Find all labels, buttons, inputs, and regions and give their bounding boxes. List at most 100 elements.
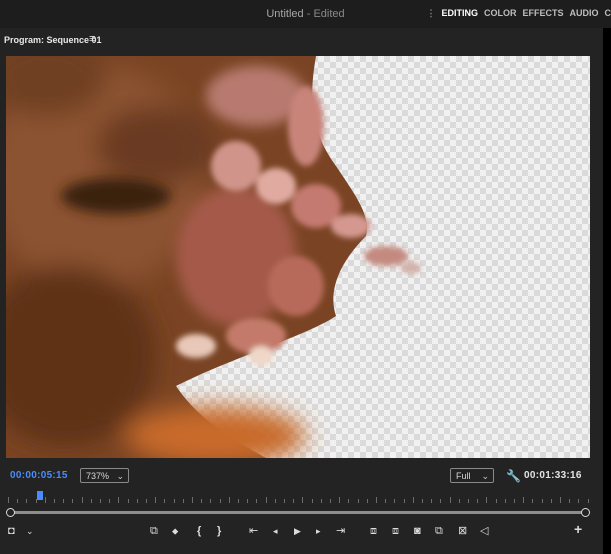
ruler-tick: [182, 499, 184, 503]
extract-icon[interactable]: ⧈: [392, 524, 399, 538]
ruler-tick: [422, 499, 423, 503]
ruler-tick: [8, 497, 9, 503]
ruler-tick: [118, 497, 120, 503]
workspace-overflow-icon[interactable]: ⋮: [426, 8, 435, 19]
tab-editing[interactable]: EDITING: [441, 8, 478, 19]
tab-color[interactable]: COLOR: [484, 8, 517, 19]
add-button[interactable]: +: [574, 522, 582, 536]
transport-controls: ◘ ⌄ ⧉ ⬥ { } ⇤ ◂ ▶ ▸ ⇥ ⧈ ⧈ ◙ ⧉ ⊠ ◁ +: [0, 522, 603, 546]
ruler-tick: [357, 499, 359, 503]
export-frame-icon[interactable]: ◙: [414, 524, 421, 538]
audio-icon[interactable]: ◁: [480, 524, 488, 538]
add-marker-icon[interactable]: ⬥: [172, 524, 178, 538]
ruler-tick: [17, 499, 19, 503]
ruler-tick: [477, 499, 479, 503]
timecode-bar: 00:00:05:15 737% ⌄ Full ⌄ 🔧 00:01:33:16: [0, 467, 603, 487]
ruler-tick: [265, 497, 267, 503]
video-frame-image: [6, 56, 421, 458]
lift-icon[interactable]: ⧈: [370, 524, 377, 538]
ruler-tick: [532, 499, 534, 503]
comparison-view-icon[interactable]: ⧉: [435, 524, 443, 538]
ruler-tick: [486, 497, 488, 503]
resolution-value: Full: [456, 471, 471, 481]
safe-margins-icon[interactable]: ⊠: [458, 524, 467, 538]
time-ruler[interactable]: [6, 493, 590, 503]
ruler-tick: [26, 499, 28, 503]
ruler-tick: [587, 499, 589, 503]
panel-title[interactable]: Program: Sequence 01: [4, 35, 102, 45]
export-settings-icon[interactable]: ◘: [8, 524, 15, 538]
ruler-tick: [541, 499, 543, 503]
insert-frame-icon[interactable]: ⧉: [150, 524, 158, 538]
ruler-tick: [468, 499, 469, 503]
ruler-tick: [109, 499, 111, 503]
mark-in-icon[interactable]: {: [197, 524, 201, 538]
step-back-icon[interactable]: ◂: [273, 524, 278, 538]
ruler-tick: [330, 499, 331, 503]
panel-header: Program: Sequence 01 ≡: [0, 28, 603, 52]
tab-overflow[interactable]: C: [605, 8, 611, 19]
ruler-tick: [385, 499, 387, 503]
ruler-tick: [201, 499, 203, 503]
ruler-tick: [274, 499, 276, 503]
wrench-icon[interactable]: 🔧: [506, 469, 521, 483]
ruler-tick: [320, 499, 322, 503]
ruler-tick: [247, 499, 249, 503]
ruler-tick: [100, 499, 101, 503]
ruler-tick: [431, 499, 433, 503]
scrollbar-left-handle[interactable]: [6, 508, 15, 517]
ruler-tick: [44, 497, 46, 503]
workspace-tabs: ⋮ EDITING COLOR EFFECTS AUDIO C: [426, 8, 611, 19]
ruler-tick: [412, 497, 414, 503]
go-to-out-icon[interactable]: ⇥: [336, 524, 345, 538]
ruler-tick: [578, 499, 580, 503]
ruler-tick: [219, 499, 221, 503]
tab-effects[interactable]: EFFECTS: [522, 8, 563, 19]
tab-audio[interactable]: AUDIO: [570, 8, 599, 19]
ruler-tick: [81, 497, 83, 503]
chevron-down-icon: ⌄: [481, 471, 489, 481]
program-monitor-panel: Program: Sequence 01 ≡ 00:00:05:15 737% …: [0, 28, 603, 554]
panel-divider: [603, 28, 611, 554]
ruler-tick: [256, 499, 258, 503]
ruler-tick: [284, 499, 285, 503]
project-name: Untitled: [266, 8, 304, 20]
playhead-marker[interactable]: [37, 491, 43, 500]
ruler-tick: [339, 497, 341, 503]
playback-resolution-select[interactable]: Full ⌄: [450, 468, 494, 483]
ruler-tick: [210, 499, 212, 503]
ruler-tick: [440, 499, 442, 503]
zoom-scrollbar[interactable]: [6, 508, 590, 517]
ruler-tick: [54, 499, 55, 503]
scrollbar-right-handle[interactable]: [581, 508, 590, 517]
ruler-tick: [146, 499, 147, 503]
ruler-tick: [403, 499, 405, 503]
current-timecode[interactable]: 00:00:05:15: [10, 470, 68, 481]
settings-chevron-icon[interactable]: ⌄: [26, 524, 34, 538]
ruler-tick: [302, 497, 304, 503]
zoom-value: 737%: [86, 471, 110, 481]
window-title-bar: Untitled - Edited ⋮ EDITING COLOR EFFECT…: [0, 0, 611, 29]
ruler-tick: [458, 499, 460, 503]
mark-out-icon[interactable]: }: [217, 524, 221, 538]
hamburger-menu-icon[interactable]: ≡: [89, 33, 95, 45]
project-state: Edited: [313, 8, 345, 20]
ruler-tick: [514, 499, 515, 503]
duration-timecode: 00:01:33:16: [524, 470, 582, 481]
ruler-tick: [90, 499, 92, 503]
go-to-in-icon[interactable]: ⇤: [249, 524, 258, 538]
ruler-tick: [523, 497, 525, 503]
ruler-tick: [173, 499, 175, 503]
program-monitor-video[interactable]: [6, 56, 590, 458]
ruler-tick: [63, 499, 65, 503]
step-forward-icon[interactable]: ▸: [316, 524, 321, 538]
ruler-tick: [394, 499, 396, 503]
ruler-tick: [136, 499, 138, 503]
scrollbar-track[interactable]: [10, 511, 586, 514]
play-icon[interactable]: ▶: [294, 524, 301, 538]
chevron-down-icon: ⌄: [116, 471, 124, 481]
zoom-select[interactable]: 737% ⌄: [80, 468, 129, 483]
ruler-tick: [504, 499, 506, 503]
ruler-tick: [228, 497, 230, 503]
ruler-tick: [376, 497, 377, 503]
